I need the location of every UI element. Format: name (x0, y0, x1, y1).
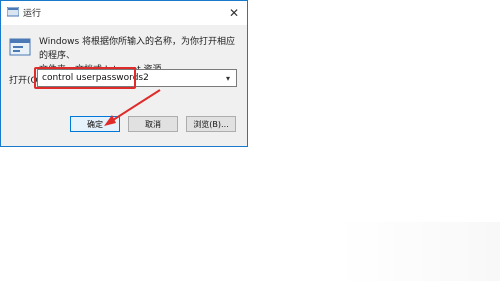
description-line-1: Windows 将根据你所输入的名称，为你打开相应的程序、 (39, 37, 236, 61)
open-input[interactable]: control userpasswords2 ▾ (37, 69, 237, 87)
browse-button[interactable]: 浏览(B)... (186, 116, 236, 132)
cancel-button[interactable]: 取消 (128, 116, 178, 132)
window-title: 运行 (23, 9, 42, 19)
title-bar: 运行 ✕ (1, 1, 247, 25)
open-input-value[interactable]: control userpasswords2 (42, 73, 149, 83)
run-dialog: 运行 ✕ Windows 将根据你所输入的名称，为你打开相应的程序、 文件夹、文… (0, 0, 248, 147)
ok-button[interactable]: 确定 (70, 116, 120, 132)
run-icon (7, 7, 19, 17)
chevron-down-icon[interactable]: ▾ (222, 72, 234, 84)
background-fade (340, 222, 500, 281)
close-icon: ✕ (228, 6, 240, 20)
run-program-icon (9, 38, 31, 56)
close-button[interactable]: ✕ (223, 3, 245, 23)
